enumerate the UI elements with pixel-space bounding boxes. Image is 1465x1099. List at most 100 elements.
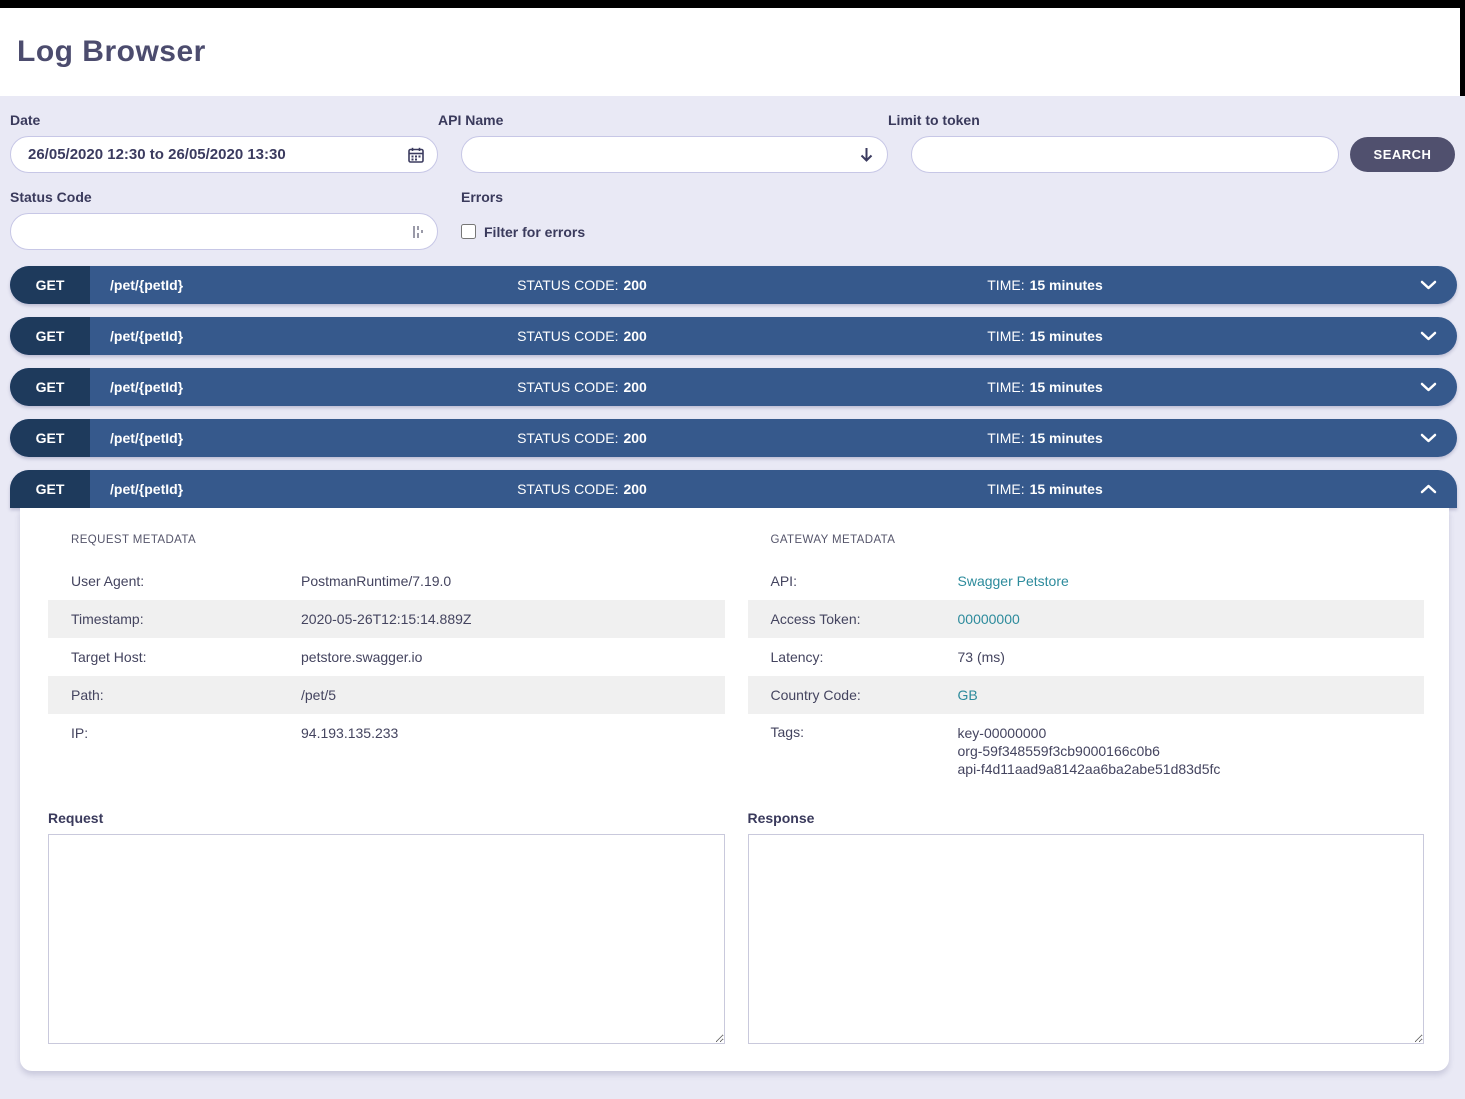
time-value: 15 minutes <box>1030 379 1103 395</box>
time-text: TIME: <box>987 328 1024 344</box>
limit-token-input[interactable] <box>912 137 1338 172</box>
limit-token-label: Limit to token <box>888 112 1339 128</box>
meta-row-tags: Tags: key-00000000 org-59f348559f3cb9000… <box>748 714 1425 788</box>
meta-row-country-code: Country Code: GB <box>748 676 1425 714</box>
row-status: STATUS CODE: 200 <box>379 419 784 457</box>
country-code-link[interactable]: GB <box>958 687 978 703</box>
page-title: Log Browser <box>17 35 206 69</box>
time-value: 15 minutes <box>1030 277 1103 293</box>
status-code-field: Status Code <box>10 189 438 250</box>
meta-label: User Agent: <box>71 573 301 589</box>
page-header: Log Browser <box>0 8 1460 96</box>
time-value: 15 minutes <box>1030 328 1103 344</box>
meta-value: 94.193.135.233 <box>301 725 398 741</box>
status-code-value: 200 <box>623 379 646 395</box>
status-code-value: 200 <box>623 277 646 293</box>
meta-row-latency: Latency: 73 (ms) <box>748 638 1425 676</box>
time-text: TIME: <box>987 277 1024 293</box>
calendar-icon[interactable] <box>408 147 424 163</box>
metadata-grid: REQUEST METADATA User Agent: PostmanRunt… <box>48 534 1424 788</box>
api-name-select-wrap <box>461 136 888 173</box>
method-badge: GET <box>10 470 90 508</box>
chevron-down-icon[interactable] <box>1305 368 1457 406</box>
status-code-value: 200 <box>623 430 646 446</box>
row-time: TIME: 15 minutes <box>785 317 1306 355</box>
gateway-metadata-section: GATEWAY METADATA API: Swagger Petstore A… <box>748 534 1425 788</box>
filter-row-2: Status Code <box>10 189 1455 250</box>
status-code-input-wrap <box>10 213 438 250</box>
meta-row-user-agent: User Agent: PostmanRuntime/7.19.0 <box>48 562 725 600</box>
chevron-up-icon[interactable] <box>1305 470 1457 508</box>
api-name-field: API Name <box>438 112 888 173</box>
log-browser-page: Log Browser Date <box>0 0 1465 1099</box>
meta-row-api: API: Swagger Petstore <box>748 562 1425 600</box>
errors-label: Errors <box>461 189 585 205</box>
method-badge: GET <box>10 368 90 406</box>
meta-row-timestamp: Timestamp: 2020-05-26T12:15:14.889Z <box>48 600 725 638</box>
meta-row-target-host: Target Host: petstore.swagger.io <box>48 638 725 676</box>
errors-field: Errors Filter for errors <box>461 189 585 250</box>
tag-key: key-00000000 <box>958 724 1221 742</box>
gateway-metadata-title: GATEWAY METADATA <box>748 534 1425 546</box>
chevron-down-icon[interactable] <box>1305 266 1457 304</box>
chevron-down-icon[interactable] <box>1305 317 1457 355</box>
status-code-text: STATUS CODE: <box>517 379 618 395</box>
meta-label: Path: <box>71 687 301 703</box>
meta-label: Target Host: <box>71 649 301 665</box>
arrow-down-icon[interactable] <box>859 147 874 163</box>
row-path: /pet/{petId} <box>90 317 379 355</box>
log-row-1[interactable]: GET /pet/{petId} STATUS CODE:200 TIME:15… <box>10 266 1457 304</box>
access-token-link[interactable]: 00000000 <box>958 611 1020 627</box>
response-box: Response <box>748 810 1425 1049</box>
tags-value: key-00000000 org-59f348559f3cb9000166c0b… <box>958 724 1221 778</box>
status-code-label: Status Code <box>10 189 438 205</box>
time-text: TIME: <box>987 379 1024 395</box>
log-row-4[interactable]: GET /pet/{petId} STATUS CODE: 200 TIME:15… <box>10 419 1457 457</box>
filter-for-errors-checkbox[interactable] <box>461 224 476 239</box>
status-code-text: STATUS CODE: <box>517 277 618 293</box>
api-link[interactable]: Swagger Petstore <box>958 573 1069 589</box>
meta-value: PostmanRuntime/7.19.0 <box>301 573 451 589</box>
meta-row-path: Path: /pet/5 <box>48 676 725 714</box>
meta-row-ip: IP: 94.193.135.233 <box>48 714 725 752</box>
search-button[interactable]: SEARCH <box>1350 137 1455 172</box>
date-input[interactable] <box>11 137 437 172</box>
status-code-text: STATUS CODE: <box>517 481 618 497</box>
request-textarea[interactable] <box>48 834 725 1044</box>
meta-label: Country Code: <box>771 687 958 703</box>
row-time: TIME: 15 minutes <box>785 266 1306 304</box>
meta-value: petstore.swagger.io <box>301 649 422 665</box>
request-metadata-section: REQUEST METADATA User Agent: PostmanRunt… <box>48 534 725 788</box>
request-box: Request <box>48 810 725 1049</box>
api-name-label: API Name <box>438 112 888 128</box>
response-textarea[interactable] <box>748 834 1425 1044</box>
meta-label: Access Token: <box>771 611 958 627</box>
meta-label: Tags: <box>771 724 958 740</box>
row-status: STATUS CODE: 200 <box>379 368 784 406</box>
tag-org: org-59f348559f3cb9000166c0b6 <box>958 742 1221 760</box>
row-status: STATUS CODE: 200 <box>379 266 784 304</box>
limit-token-input-wrap <box>911 136 1339 173</box>
status-code-value: 200 <box>623 328 646 344</box>
row-path: /pet/{petId} <box>90 419 379 457</box>
method-badge: GET <box>10 266 90 304</box>
request-label: Request <box>48 810 725 826</box>
time-text: TIME: <box>987 430 1024 446</box>
time-text: TIME: <box>987 481 1024 497</box>
date-input-wrap <box>10 136 438 173</box>
status-code-text: STATUS CODE: <box>517 430 618 446</box>
meta-value: /pet/5 <box>301 687 336 703</box>
chevron-down-icon[interactable] <box>1305 419 1457 457</box>
status-code-input[interactable] <box>11 214 437 249</box>
row-time: TIME:15 minutes <box>785 419 1306 457</box>
log-row-2[interactable]: GET /pet/{petId} STATUS CODE:200 TIME:15… <box>10 317 1457 355</box>
api-name-select[interactable] <box>462 137 887 172</box>
method-badge: GET <box>10 419 90 457</box>
row-status: STATUS CODE: 200 <box>379 317 784 355</box>
request-metadata-title: REQUEST METADATA <box>48 534 725 546</box>
log-row-5-expanded[interactable]: GET /pet/{petId} STATUS CODE:200 TIME:15… <box>10 470 1457 508</box>
log-detail-panel: REQUEST METADATA User Agent: PostmanRunt… <box>20 508 1449 1071</box>
status-code-text: STATUS CODE: <box>517 328 618 344</box>
log-row-3[interactable]: GET /pet/{petId} STATUS CODE:200 TIME:15… <box>10 368 1457 406</box>
response-label: Response <box>748 810 1425 826</box>
